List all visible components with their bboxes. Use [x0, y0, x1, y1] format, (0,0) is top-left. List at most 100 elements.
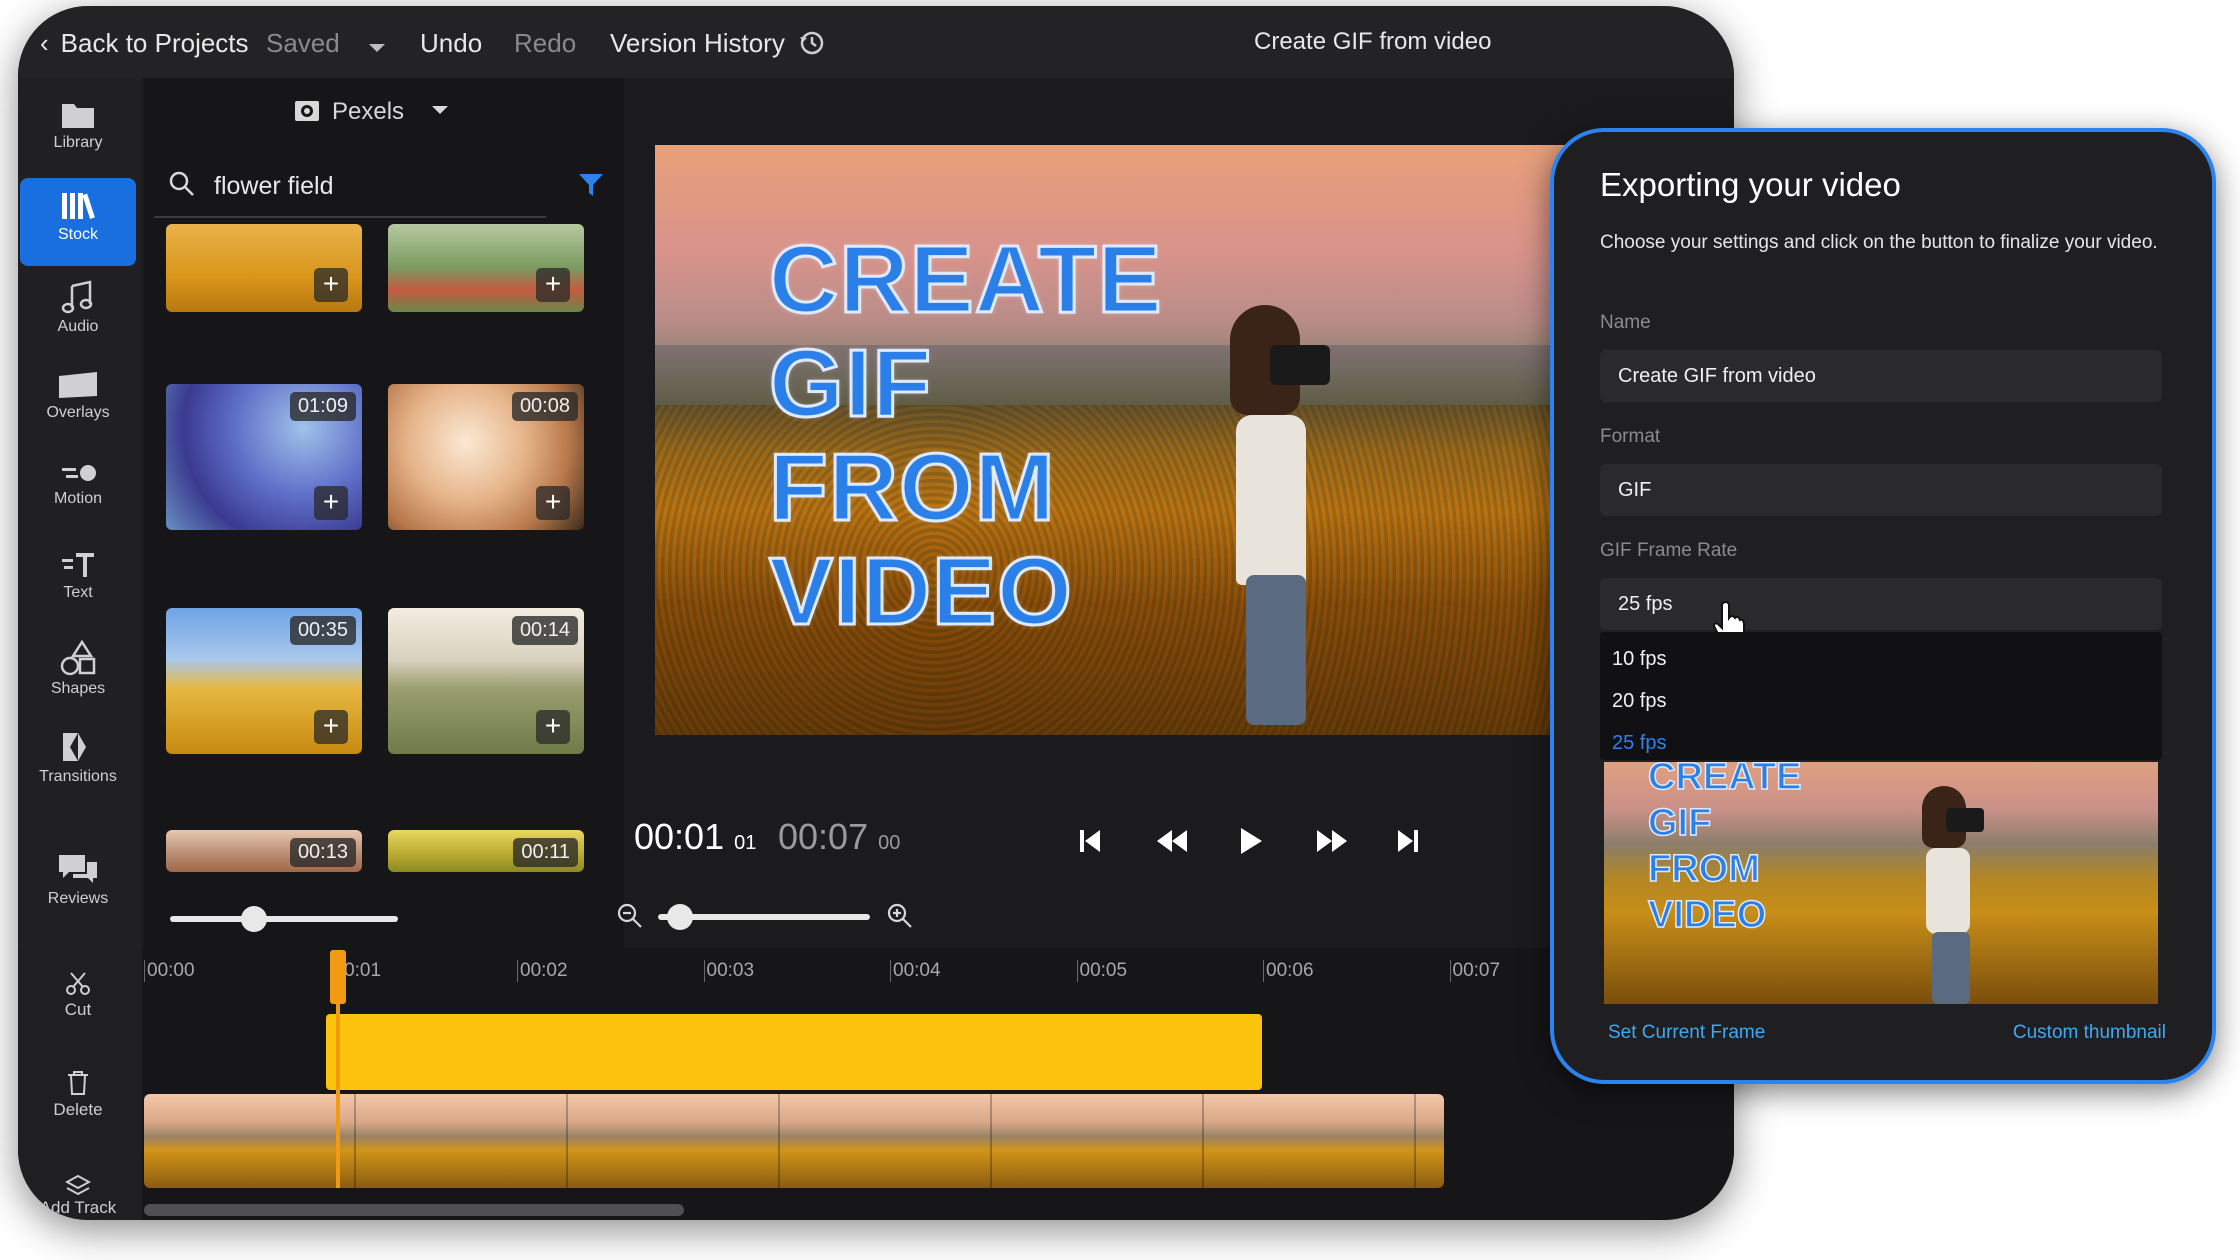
- time-ruler-tick: 00:07: [1449, 960, 1500, 982]
- add-clip-button[interactable]: +: [536, 710, 570, 744]
- stock-source-selector[interactable]: Pexels: [294, 98, 449, 126]
- zoom-out-icon[interactable]: [616, 902, 644, 930]
- stock-media-panel: Pexels flower field + + 01:09 + 00:08 + …: [144, 78, 624, 948]
- sidebar-item-audio[interactable]: Audio: [20, 268, 136, 356]
- fps-dropdown-menu: [1600, 632, 2162, 760]
- slider-knob[interactable]: [240, 906, 267, 932]
- project-title: Create GIF from video: [1254, 28, 1492, 55]
- transitions-icon: [63, 733, 93, 761]
- add-clip-button[interactable]: +: [314, 710, 348, 744]
- delete-button[interactable]: Delete: [18, 1070, 138, 1120]
- rewind-icon[interactable]: [1156, 828, 1188, 854]
- stock-thumb[interactable]: 00:14 +: [388, 608, 584, 754]
- thumbnail-size-slider[interactable]: [170, 904, 398, 934]
- sidebar-item-stock[interactable]: Stock: [20, 178, 136, 266]
- folder-icon: [62, 104, 94, 128]
- thumb-figure: [1904, 786, 1994, 1004]
- camera-icon: [295, 101, 319, 121]
- sidebar-item-motion[interactable]: Motion: [20, 448, 136, 536]
- saved-dropdown-caret-icon[interactable]: [368, 30, 386, 61]
- stock-thumb[interactable]: 00:35 +: [166, 608, 362, 754]
- version-history-button[interactable]: Version History: [610, 28, 826, 59]
- stock-thumb[interactable]: 01:09 +: [166, 384, 362, 530]
- fps-option[interactable]: 10 fps: [1612, 648, 1666, 671]
- stock-thumb[interactable]: +: [166, 224, 362, 312]
- export-panel: Exporting your video Choose your setting…: [1550, 128, 2216, 1084]
- cut-button[interactable]: Cut: [18, 970, 138, 1020]
- timeline-zoom-slider[interactable]: [658, 902, 870, 932]
- history-icon: [800, 31, 824, 55]
- redo-button[interactable]: Redo: [514, 28, 576, 59]
- saved-status: Saved: [266, 28, 340, 58]
- slider-knob[interactable]: [667, 904, 694, 930]
- time-ruler: 00:00 00:01 00:02 00:03 00:04 00:05 00:06 00:07: [142, 948, 1734, 988]
- timeline-horizontal-scrollbar[interactable]: [144, 1204, 684, 1216]
- chevron-left-icon: ‹: [40, 28, 49, 58]
- chevron-down-icon: [431, 106, 448, 114]
- time-ruler-tick: 00:06: [1263, 960, 1314, 982]
- search-icon: [169, 171, 194, 196]
- video-preview[interactable]: CREATE GIF FROM VIDEO: [655, 145, 1585, 735]
- fps-option-selected[interactable]: 25 fps: [1612, 732, 1666, 755]
- books-icon: [62, 193, 95, 219]
- play-icon[interactable]: [1238, 826, 1264, 856]
- export-thumbnail-preview: CREATE GIF FROM VIDEO: [1604, 762, 2158, 1004]
- clip-duration-badge: 01:09: [289, 392, 356, 421]
- filter-icon[interactable]: [578, 172, 604, 198]
- fast-forward-icon[interactable]: [1316, 828, 1348, 854]
- stock-search-bar: flower field: [154, 154, 546, 218]
- format-label: Format: [1600, 426, 1661, 447]
- add-clip-button[interactable]: +: [314, 486, 348, 520]
- stock-thumb[interactable]: 00:13: [166, 830, 362, 872]
- skip-to-end-icon[interactable]: [1396, 828, 1420, 854]
- shapes-icon: [60, 640, 96, 676]
- preview-title-line: FROM: [768, 433, 1057, 543]
- stock-thumb[interactable]: +: [388, 224, 584, 312]
- zoom-in-icon[interactable]: [886, 902, 914, 930]
- sidebar-item-overlays[interactable]: Overlays: [20, 358, 136, 446]
- trash-icon: [68, 1071, 88, 1095]
- sidebar-item-transitions[interactable]: Transitions: [20, 718, 136, 806]
- stock-thumb[interactable]: 00:11: [388, 830, 584, 872]
- name-field[interactable]: Create GIF from video: [1600, 350, 2162, 402]
- text-clip-track-item[interactable]: [326, 1014, 1262, 1090]
- clip-duration-badge: 00:11: [513, 838, 578, 867]
- sidebar-item-library[interactable]: Library: [20, 88, 136, 176]
- thumb-title-line: GIF: [1647, 801, 1712, 845]
- playhead-handle[interactable]: [330, 950, 346, 1004]
- set-current-frame-link[interactable]: Set Current Frame: [1608, 1022, 1765, 1044]
- motion-icon: [62, 465, 96, 481]
- time-ruler-tick: 00:05: [1076, 960, 1127, 982]
- add-clip-button[interactable]: +: [314, 268, 348, 302]
- clip-duration-badge: 00:08: [511, 392, 578, 421]
- back-to-projects-button[interactable]: ‹ Back to Projects: [40, 28, 249, 59]
- sidebar-item-reviews[interactable]: Reviews: [20, 840, 136, 928]
- add-track-button[interactable]: Add Track: [18, 1172, 138, 1218]
- preview-title-line: CREATE: [768, 225, 1164, 335]
- time-ruler-tick: 00:00: [144, 960, 195, 982]
- time-ruler-tick: 00:03: [703, 960, 754, 982]
- skip-to-start-icon[interactable]: [1078, 828, 1102, 854]
- add-clip-button[interactable]: +: [536, 486, 570, 520]
- format-select[interactable]: GIF: [1600, 464, 2162, 516]
- fps-select[interactable]: 25 fps: [1600, 578, 2162, 630]
- add-clip-button[interactable]: +: [536, 268, 570, 302]
- custom-thumbnail-link[interactable]: Custom thumbnail: [2013, 1022, 2166, 1044]
- preview-title-line: VIDEO: [768, 537, 1074, 647]
- stock-thumb[interactable]: 00:08 +: [388, 384, 584, 530]
- clip-duration-badge: 00:35: [289, 616, 356, 645]
- sidebar-item-shapes[interactable]: Shapes: [20, 628, 136, 716]
- name-label: Name: [1600, 312, 1651, 333]
- export-title: Exporting your video: [1600, 166, 1901, 203]
- search-input[interactable]: flower field: [214, 172, 334, 201]
- current-timecode: 00:01 01: [634, 816, 757, 857]
- thumb-title-line: VIDEO: [1647, 893, 1767, 937]
- export-description: Choose your settings and click on the bu…: [1600, 232, 2158, 253]
- sidebar-item-text[interactable]: Text: [20, 538, 136, 626]
- time-ruler-tick: 00:02: [517, 960, 568, 982]
- fps-option[interactable]: 20 fps: [1612, 690, 1666, 713]
- chat-bubbles-icon: [59, 855, 97, 883]
- timeline[interactable]: 00:00 00:01 00:02 00:03 00:04 00:05 00:06 00:07: [142, 948, 1734, 1220]
- undo-button[interactable]: Undo: [420, 28, 482, 59]
- fps-label: GIF Frame Rate: [1600, 540, 1738, 561]
